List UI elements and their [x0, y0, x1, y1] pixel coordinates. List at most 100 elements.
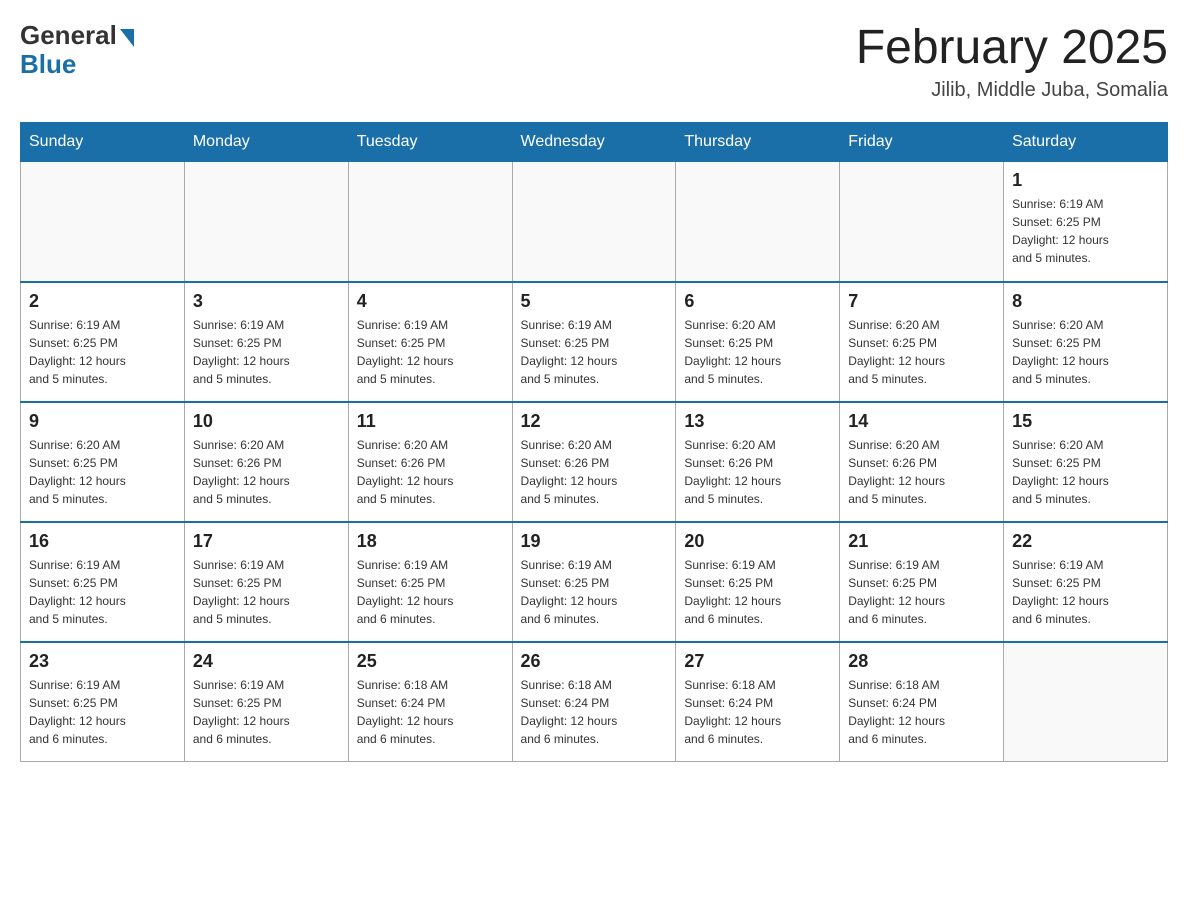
calendar-week-row: 9 Sunrise: 6:20 AM Sunset: 6:25 PM Daylig…	[21, 402, 1168, 522]
table-row: 5Sunrise: 6:19 AM Sunset: 6:25 PM Daylig…	[512, 282, 676, 402]
table-row: 22 Sunrise: 6:19 AM Sunset: 6:25 PM Dayli…	[1004, 522, 1168, 642]
page-header: General Blue February 2025 Jilib, Middle…	[20, 20, 1168, 102]
day-info: Sunrise: 6:20 AM Sunset: 6:25 PM Dayligh…	[1012, 316, 1159, 388]
day-number: 27	[684, 651, 831, 672]
logo: General Blue	[20, 20, 134, 80]
location-text: Jilib, Middle Juba, Somalia	[856, 79, 1168, 102]
table-row: 9 Sunrise: 6:20 AM Sunset: 6:25 PM Daylig…	[21, 402, 185, 522]
logo-blue-text: Blue	[20, 49, 76, 80]
day-info: Sunrise: 6:19 AM Sunset: 6:25 PM Dayligh…	[521, 556, 668, 628]
table-row: 26 Sunrise: 6:18 AM Sunset: 6:24 PM Dayli…	[512, 642, 676, 762]
day-number: 22	[1012, 531, 1159, 552]
col-sunday: Sunday	[21, 123, 185, 162]
table-row: 27 Sunrise: 6:18 AM Sunset: 6:24 PM Dayli…	[676, 642, 840, 762]
calendar-week-row: 2 Sunrise: 6:19 AM Sunset: 6:25 PM Daylig…	[21, 282, 1168, 402]
day-number: 20	[684, 531, 831, 552]
day-number: 4	[357, 291, 504, 312]
day-info: Sunrise: 6:20 AM Sunset: 6:25 PM Dayligh…	[29, 436, 176, 508]
day-info: Sunrise: 6:20 AM Sunset: 6:25 PM Dayligh…	[848, 316, 995, 388]
day-info: Sunrise: 6:19 AM Sunset: 6:25 PM Dayligh…	[1012, 195, 1159, 267]
day-number: 2	[29, 291, 176, 312]
day-number: 26	[521, 651, 668, 672]
day-number: 5	[521, 291, 668, 312]
table-row: 24Sunrise: 6:19 AM Sunset: 6:25 PM Dayli…	[184, 642, 348, 762]
table-row: 17 Sunrise: 6:19 AM Sunset: 6:25 PM Dayli…	[184, 522, 348, 642]
table-row	[21, 162, 185, 282]
table-row: 3 Sunrise: 6:19 AM Sunset: 6:25 PM Daylig…	[184, 282, 348, 402]
table-row: 7 Sunrise: 6:20 AM Sunset: 6:25 PM Daylig…	[840, 282, 1004, 402]
day-number: 3	[193, 291, 340, 312]
calendar-week-row: 16 Sunrise: 6:19 AM Sunset: 6:25 PM Dayli…	[21, 522, 1168, 642]
logo-arrow-icon	[120, 29, 134, 47]
col-wednesday: Wednesday	[512, 123, 676, 162]
day-info: Sunrise: 6:19 AM Sunset: 6:25 PM Dayligh…	[1012, 556, 1159, 628]
day-number: 14	[848, 411, 995, 432]
table-row: 11 Sunrise: 6:20 AM Sunset: 6:26 PM Dayli…	[348, 402, 512, 522]
day-number: 18	[357, 531, 504, 552]
day-info: Sunrise: 6:18 AM Sunset: 6:24 PM Dayligh…	[521, 676, 668, 748]
calendar-week-row: 1 Sunrise: 6:19 AM Sunset: 6:25 PM Daylig…	[21, 162, 1168, 282]
day-number: 12	[521, 411, 668, 432]
table-row	[840, 162, 1004, 282]
day-number: 7	[848, 291, 995, 312]
table-row: 8 Sunrise: 6:20 AM Sunset: 6:25 PM Daylig…	[1004, 282, 1168, 402]
calendar-header-row: Sunday Monday Tuesday Wednesday Thursday…	[21, 123, 1168, 162]
day-info: Sunrise: 6:18 AM Sunset: 6:24 PM Dayligh…	[357, 676, 504, 748]
day-info: Sunrise: 6:19 AM Sunset: 6:25 PM Dayligh…	[193, 316, 340, 388]
day-number: 16	[29, 531, 176, 552]
table-row: 21Sunrise: 6:19 AM Sunset: 6:25 PM Dayli…	[840, 522, 1004, 642]
day-info: Sunrise: 6:19 AM Sunset: 6:25 PM Dayligh…	[29, 556, 176, 628]
table-row: 14 Sunrise: 6:20 AM Sunset: 6:26 PM Dayli…	[840, 402, 1004, 522]
day-info: Sunrise: 6:19 AM Sunset: 6:25 PM Dayligh…	[684, 556, 831, 628]
title-section: February 2025 Jilib, Middle Juba, Somali…	[856, 20, 1168, 102]
day-number: 11	[357, 411, 504, 432]
table-row: 15 Sunrise: 6:20 AM Sunset: 6:25 PM Dayli…	[1004, 402, 1168, 522]
col-tuesday: Tuesday	[348, 123, 512, 162]
table-row: 10Sunrise: 6:20 AM Sunset: 6:26 PM Dayli…	[184, 402, 348, 522]
table-row: 4 Sunrise: 6:19 AM Sunset: 6:25 PM Daylig…	[348, 282, 512, 402]
table-row: 28 Sunrise: 6:18 AM Sunset: 6:24 PM Dayli…	[840, 642, 1004, 762]
table-row	[1004, 642, 1168, 762]
table-row: 20 Sunrise: 6:19 AM Sunset: 6:25 PM Dayli…	[676, 522, 840, 642]
day-info: Sunrise: 6:19 AM Sunset: 6:25 PM Dayligh…	[357, 316, 504, 388]
table-row: 23 Sunrise: 6:19 AM Sunset: 6:25 PM Dayli…	[21, 642, 185, 762]
table-row	[512, 162, 676, 282]
day-info: Sunrise: 6:20 AM Sunset: 6:26 PM Dayligh…	[684, 436, 831, 508]
table-row: 25 Sunrise: 6:18 AM Sunset: 6:24 PM Dayli…	[348, 642, 512, 762]
day-info: Sunrise: 6:19 AM Sunset: 6:25 PM Dayligh…	[29, 676, 176, 748]
day-number: 10	[193, 411, 340, 432]
table-row: 16 Sunrise: 6:19 AM Sunset: 6:25 PM Dayli…	[21, 522, 185, 642]
day-info: Sunrise: 6:19 AM Sunset: 6:25 PM Dayligh…	[357, 556, 504, 628]
day-info: Sunrise: 6:20 AM Sunset: 6:25 PM Dayligh…	[684, 316, 831, 388]
day-info: Sunrise: 6:18 AM Sunset: 6:24 PM Dayligh…	[848, 676, 995, 748]
table-row: 18 Sunrise: 6:19 AM Sunset: 6:25 PM Dayli…	[348, 522, 512, 642]
day-info: Sunrise: 6:19 AM Sunset: 6:25 PM Dayligh…	[848, 556, 995, 628]
day-info: Sunrise: 6:20 AM Sunset: 6:26 PM Dayligh…	[357, 436, 504, 508]
day-info: Sunrise: 6:20 AM Sunset: 6:26 PM Dayligh…	[848, 436, 995, 508]
logo-general-text: General	[20, 20, 117, 51]
table-row: 1 Sunrise: 6:19 AM Sunset: 6:25 PM Daylig…	[1004, 162, 1168, 282]
day-number: 28	[848, 651, 995, 672]
day-info: Sunrise: 6:19 AM Sunset: 6:25 PM Dayligh…	[193, 676, 340, 748]
day-number: 13	[684, 411, 831, 432]
day-number: 9	[29, 411, 176, 432]
day-number: 25	[357, 651, 504, 672]
table-row: 6Sunrise: 6:20 AM Sunset: 6:25 PM Daylig…	[676, 282, 840, 402]
day-number: 19	[521, 531, 668, 552]
day-number: 23	[29, 651, 176, 672]
day-info: Sunrise: 6:20 AM Sunset: 6:25 PM Dayligh…	[1012, 436, 1159, 508]
day-number: 15	[1012, 411, 1159, 432]
day-info: Sunrise: 6:19 AM Sunset: 6:25 PM Dayligh…	[193, 556, 340, 628]
table-row	[348, 162, 512, 282]
day-info: Sunrise: 6:18 AM Sunset: 6:24 PM Dayligh…	[684, 676, 831, 748]
day-number: 17	[193, 531, 340, 552]
calendar-week-row: 23 Sunrise: 6:19 AM Sunset: 6:25 PM Dayli…	[21, 642, 1168, 762]
col-thursday: Thursday	[676, 123, 840, 162]
month-title: February 2025	[856, 20, 1168, 75]
day-number: 1	[1012, 170, 1159, 191]
col-saturday: Saturday	[1004, 123, 1168, 162]
table-row	[184, 162, 348, 282]
col-monday: Monday	[184, 123, 348, 162]
day-number: 8	[1012, 291, 1159, 312]
table-row	[676, 162, 840, 282]
